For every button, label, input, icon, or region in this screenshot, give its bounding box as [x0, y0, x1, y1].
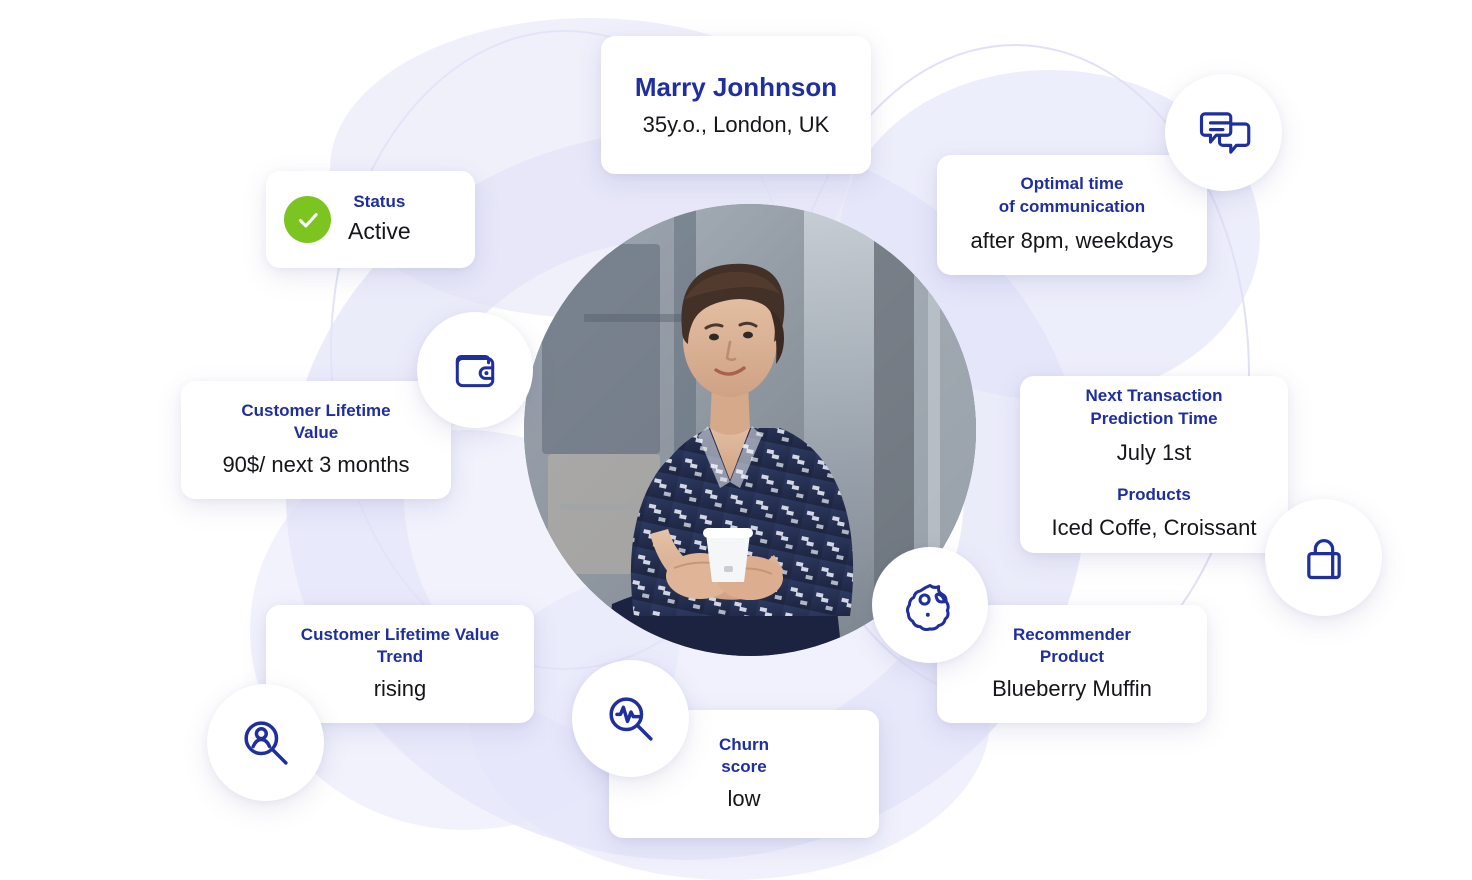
- recommender-label: Recommender Product: [1012, 624, 1132, 667]
- check-icon: [284, 196, 331, 243]
- cookie-icon: [872, 547, 988, 663]
- clv-trend-value: rising: [373, 675, 427, 701]
- communication-label: Optimal time of communication: [998, 174, 1146, 216]
- lock-icon: [1265, 499, 1382, 616]
- status-card: Status Active: [266, 171, 475, 268]
- clv-label: Customer Lifetime Value: [241, 400, 391, 443]
- recommender-value: Blueberry Muffin: [992, 675, 1152, 701]
- customer-details: 35y.o., London, UK: [642, 111, 830, 137]
- next-transaction-card: Next Transaction Prediction Time July 1s…: [1020, 376, 1288, 553]
- churn-label: Churn score: [718, 734, 770, 777]
- clv-value: 90$/ next 3 months: [222, 451, 410, 477]
- optimal-communication-time-card: Optimal time of communication after 8pm,…: [937, 155, 1207, 275]
- chat-bubbles-icon: [1165, 74, 1282, 191]
- customer-identity-card: Marry Jonhnson 35y.o., London, UK: [601, 36, 871, 174]
- status-label: Status: [353, 192, 406, 212]
- pulse-search-icon: [572, 660, 689, 777]
- next-transaction-value: July 1st: [1116, 439, 1192, 465]
- wallet-icon: [417, 312, 533, 428]
- products-label: Products: [1117, 484, 1191, 504]
- churn-value: low: [727, 785, 761, 811]
- clv-trend-label: Customer Lifetime Value Trend: [300, 624, 500, 667]
- communication-value: after 8pm, weekdays: [970, 228, 1174, 254]
- customer-360-infographic: Marry Jonhnson 35y.o., London, UK Status…: [0, 0, 1472, 880]
- next-transaction-label: Next Transaction Prediction Time: [1085, 386, 1223, 428]
- customer-name: Marry Jonhnson: [634, 72, 838, 103]
- products-value: Iced Coffe, Croissant: [1051, 515, 1257, 541]
- customer-lifetime-value-card: Customer Lifetime Value 90$/ next 3 mont…: [181, 381, 451, 499]
- person-search-icon: [207, 684, 324, 801]
- status-value: Active: [348, 217, 411, 244]
